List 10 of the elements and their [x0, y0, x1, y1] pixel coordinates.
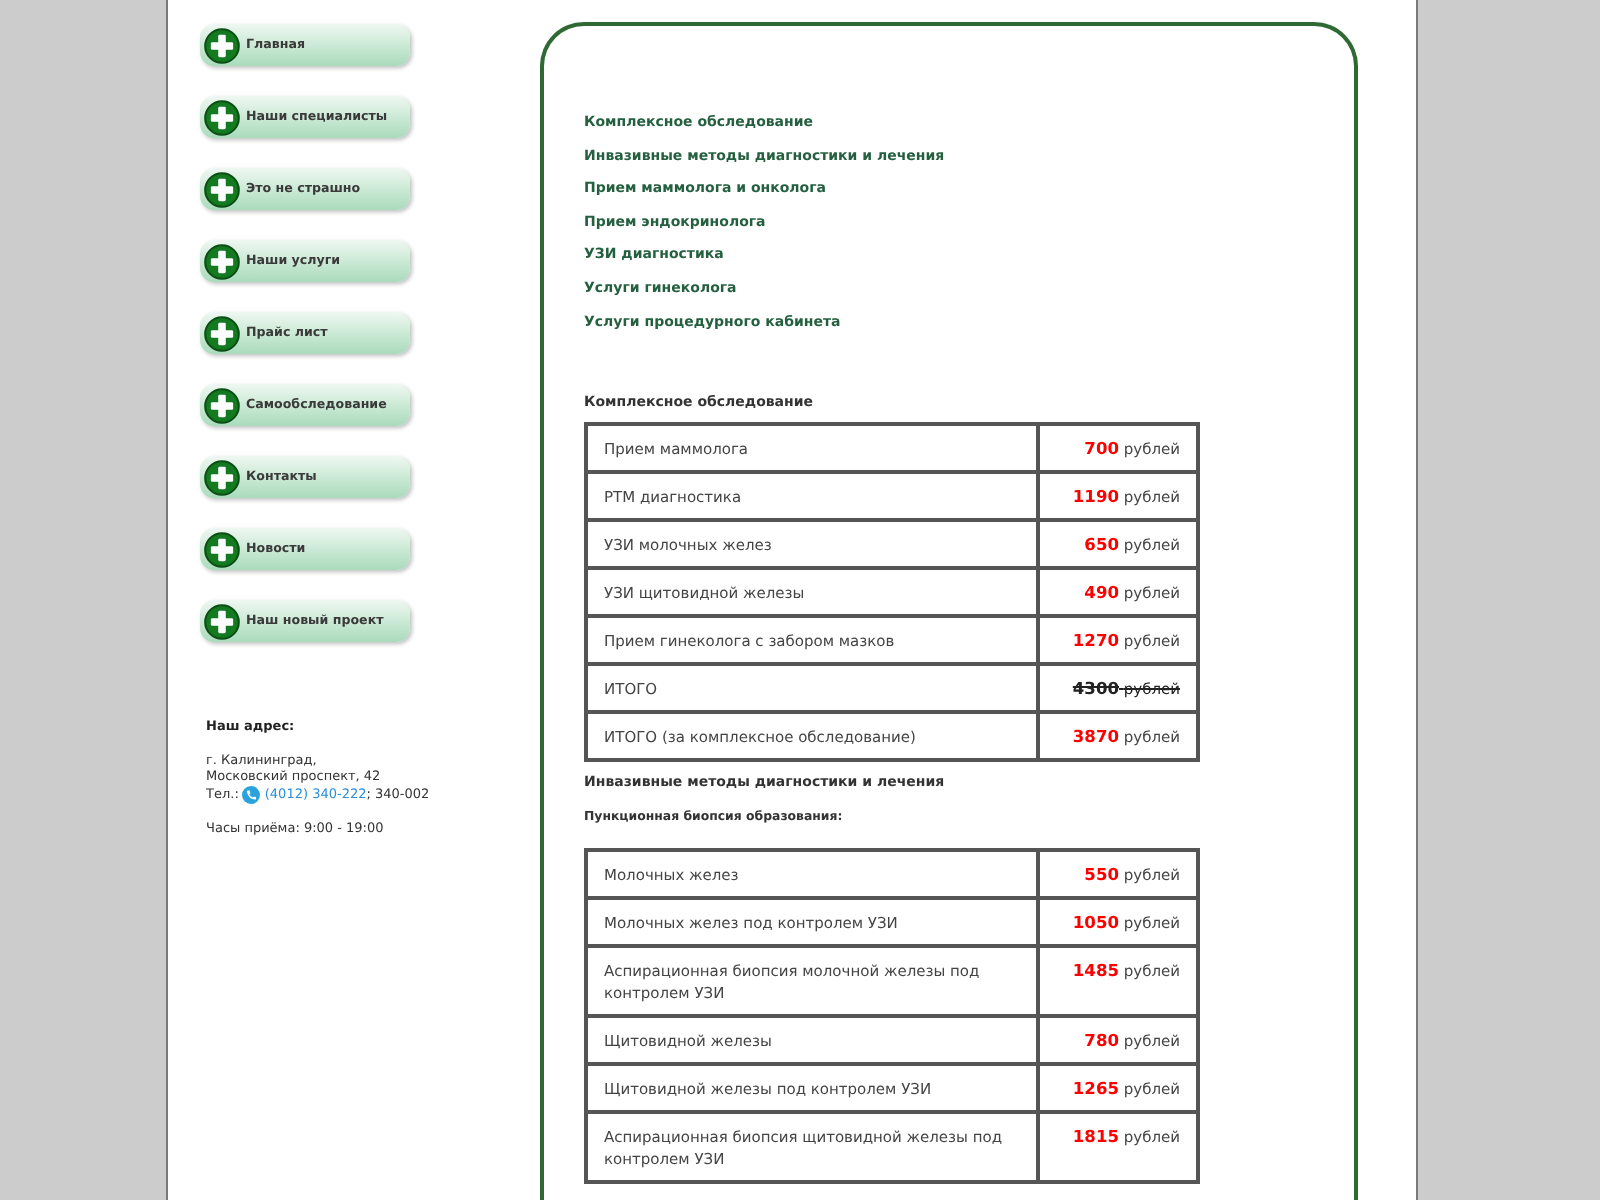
plus-icon: [204, 387, 240, 423]
plus-icon: [204, 531, 240, 567]
plus-icon: [204, 27, 240, 63]
plus-icon: [204, 315, 240, 351]
plus-icon: [204, 603, 240, 639]
plus-icon: [204, 99, 240, 135]
phone-icon: [242, 785, 261, 803]
plus-icon: [204, 243, 240, 279]
plus-icon: [204, 459, 240, 495]
plus-icon: [204, 171, 240, 207]
